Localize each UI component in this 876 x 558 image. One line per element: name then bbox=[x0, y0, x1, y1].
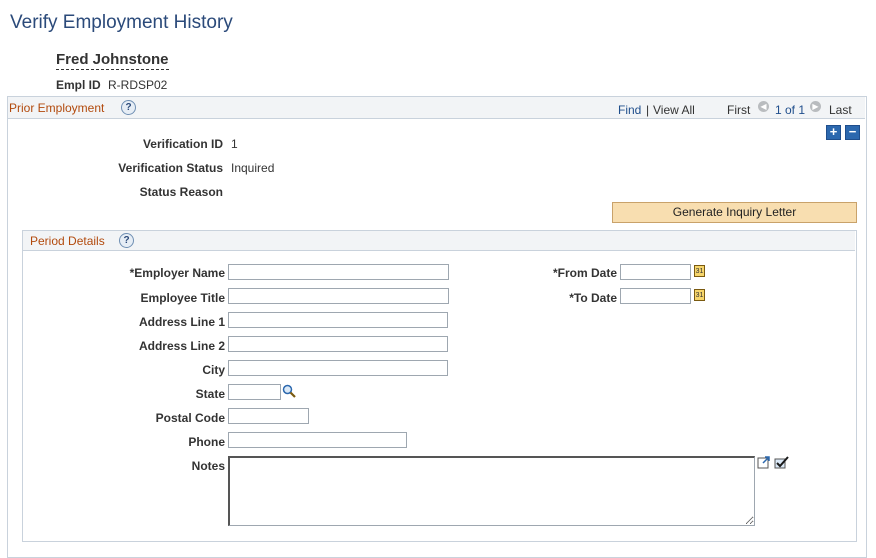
view-all-link[interactable]: View All bbox=[653, 103, 695, 117]
city-label: City bbox=[202, 363, 225, 377]
period-details-header bbox=[23, 231, 855, 251]
nav-separator: | bbox=[646, 103, 650, 117]
postal-code-input[interactable] bbox=[228, 408, 309, 424]
phone-label: Phone bbox=[188, 435, 225, 449]
phone-input[interactable] bbox=[228, 432, 407, 448]
period-details-title: Period Details bbox=[30, 234, 105, 248]
status-reason-label: Status Reason bbox=[139, 185, 223, 199]
emplid-value: R-RDSP02 bbox=[108, 78, 168, 92]
calendar-icon[interactable]: 31 bbox=[694, 265, 705, 277]
emplid-label: Empl ID bbox=[56, 78, 101, 92]
verification-id-label: Verification ID bbox=[142, 137, 223, 151]
prev-arrow-icon[interactable]: ◀ bbox=[758, 101, 769, 112]
next-arrow-icon[interactable]: ▶ bbox=[810, 101, 821, 112]
row-count: 1 of 1 bbox=[775, 103, 806, 117]
city-input[interactable] bbox=[228, 360, 448, 376]
last-link[interactable]: Last bbox=[829, 103, 852, 117]
to-date-label: *To Date bbox=[569, 291, 617, 305]
from-date-label: *From Date bbox=[552, 266, 617, 280]
expand-icon[interactable] bbox=[757, 455, 771, 469]
lookup-icon[interactable] bbox=[282, 384, 296, 398]
from-date-input[interactable] bbox=[620, 264, 691, 280]
notes-textarea[interactable] bbox=[228, 456, 755, 526]
employer-name-label: *Employer Name bbox=[129, 266, 225, 280]
address-line1-input[interactable] bbox=[228, 312, 448, 328]
find-link[interactable]: Find bbox=[618, 103, 641, 117]
notes-label: Notes bbox=[191, 459, 225, 473]
spellcheck-icon[interactable] bbox=[773, 455, 789, 470]
verification-status-value: Inquired bbox=[231, 161, 275, 175]
postal-code-label: Postal Code bbox=[155, 411, 225, 425]
page-title: Verify Employment History bbox=[10, 12, 233, 33]
employer-name-input[interactable] bbox=[228, 264, 449, 280]
generate-inquiry-letter-button[interactable]: Generate Inquiry Letter bbox=[612, 202, 857, 223]
add-row-icon[interactable]: + bbox=[826, 125, 841, 140]
help-icon[interactable]: ? bbox=[121, 100, 136, 115]
address-line2-label: Address Line 2 bbox=[138, 339, 225, 353]
verification-status-label: Verification Status bbox=[118, 161, 223, 175]
to-date-input[interactable] bbox=[620, 288, 691, 304]
prior-employment-title: Prior Employment bbox=[9, 101, 105, 115]
delete-row-icon[interactable]: − bbox=[845, 125, 860, 140]
address-line1-label: Address Line 1 bbox=[138, 315, 225, 329]
verification-id-value: 1 bbox=[231, 137, 238, 151]
state-label: State bbox=[195, 387, 225, 401]
first-link[interactable]: First bbox=[727, 103, 750, 117]
address-line2-input[interactable] bbox=[228, 336, 448, 352]
employee-title-input[interactable] bbox=[228, 288, 449, 304]
employee-title-label: Employee Title bbox=[140, 291, 225, 305]
help-icon[interactable]: ? bbox=[119, 233, 134, 248]
calendar-icon[interactable]: 31 bbox=[694, 289, 705, 301]
employee-name: Fred Johnstone bbox=[56, 51, 169, 70]
state-input[interactable] bbox=[228, 384, 281, 400]
